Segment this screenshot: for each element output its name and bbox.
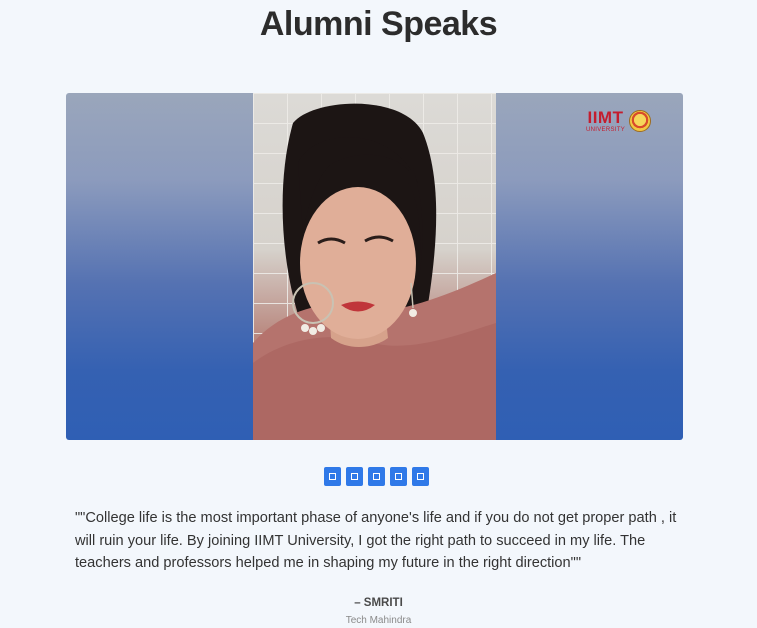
carousel-dot-1[interactable] bbox=[324, 467, 341, 486]
speaker-portrait-image bbox=[253, 103, 496, 440]
square-icon bbox=[329, 473, 336, 480]
testimonial-quote: ""College life is the most important pha… bbox=[75, 510, 677, 571]
testimonial-company: Tech Mahindra bbox=[345, 615, 412, 626]
testimonial-video[interactable]: IIMT UNIVERSITY bbox=[66, 93, 683, 440]
square-icon bbox=[417, 473, 424, 480]
iimt-university-logo: IIMT UNIVERSITY bbox=[586, 106, 651, 136]
testimonial-author: – SMRITI bbox=[354, 597, 403, 609]
square-icon bbox=[395, 473, 402, 480]
square-icon bbox=[373, 473, 380, 480]
section-title: Alumni Speaks bbox=[259, 5, 498, 43]
carousel-pagination bbox=[324, 467, 429, 486]
square-icon bbox=[351, 473, 358, 480]
logo-sub-text: UNIVERSITY bbox=[585, 127, 625, 133]
video-frame[interactable] bbox=[253, 93, 496, 440]
carousel-dot-2[interactable] bbox=[346, 467, 363, 486]
logo-main-text: IIMT bbox=[587, 108, 624, 127]
alumni-speaks-section: Alumni Speaks IIMT UNIVERSITY ""College … bbox=[0, 0, 757, 628]
carousel-dot-5[interactable] bbox=[412, 467, 429, 486]
carousel-dot-4[interactable] bbox=[390, 467, 407, 486]
carousel-dot-3[interactable] bbox=[368, 467, 385, 486]
university-seal-icon bbox=[629, 110, 651, 132]
